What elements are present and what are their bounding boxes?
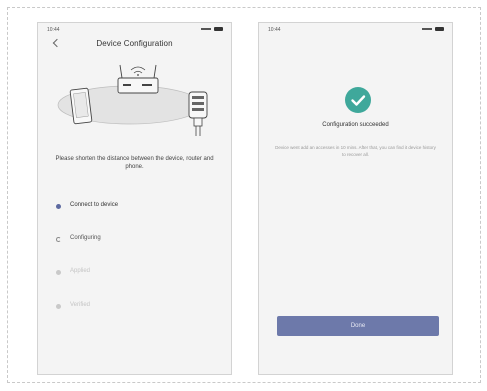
success-title: Configuration succeeded bbox=[322, 122, 389, 128]
step-label: Configuring bbox=[70, 235, 101, 241]
smart-valve-device-icon bbox=[188, 91, 208, 136]
battery-icon bbox=[435, 27, 444, 31]
distance-instruction: Please shorten the distance between the … bbox=[55, 156, 214, 170]
done-button[interactable]: Done bbox=[277, 316, 439, 336]
status-time: 10:44 bbox=[268, 27, 281, 33]
signal-icon bbox=[422, 28, 432, 30]
success-check-icon bbox=[345, 87, 371, 113]
configuration-success-screen: 10:44 Configuration succeeded Device wen… bbox=[258, 22, 453, 375]
step-active-icon bbox=[56, 204, 61, 209]
device-router-phone-illustration bbox=[57, 64, 208, 136]
device-configuration-screen: 10:44 Device Configuration Please shorte… bbox=[37, 22, 232, 375]
step-label: Connect to device bbox=[70, 202, 119, 208]
step-label: Applied bbox=[70, 268, 91, 274]
step-label: Verified bbox=[70, 302, 91, 308]
router-icon bbox=[117, 64, 159, 94]
loading-spinner-icon bbox=[56, 237, 61, 242]
step-pending-icon bbox=[56, 304, 61, 309]
phone-icon bbox=[69, 87, 93, 125]
success-message: Device went add an accesses in 10 mins. … bbox=[275, 145, 436, 157]
step-pending-icon bbox=[56, 270, 61, 275]
status-bar: 10:44 bbox=[259, 23, 452, 35]
